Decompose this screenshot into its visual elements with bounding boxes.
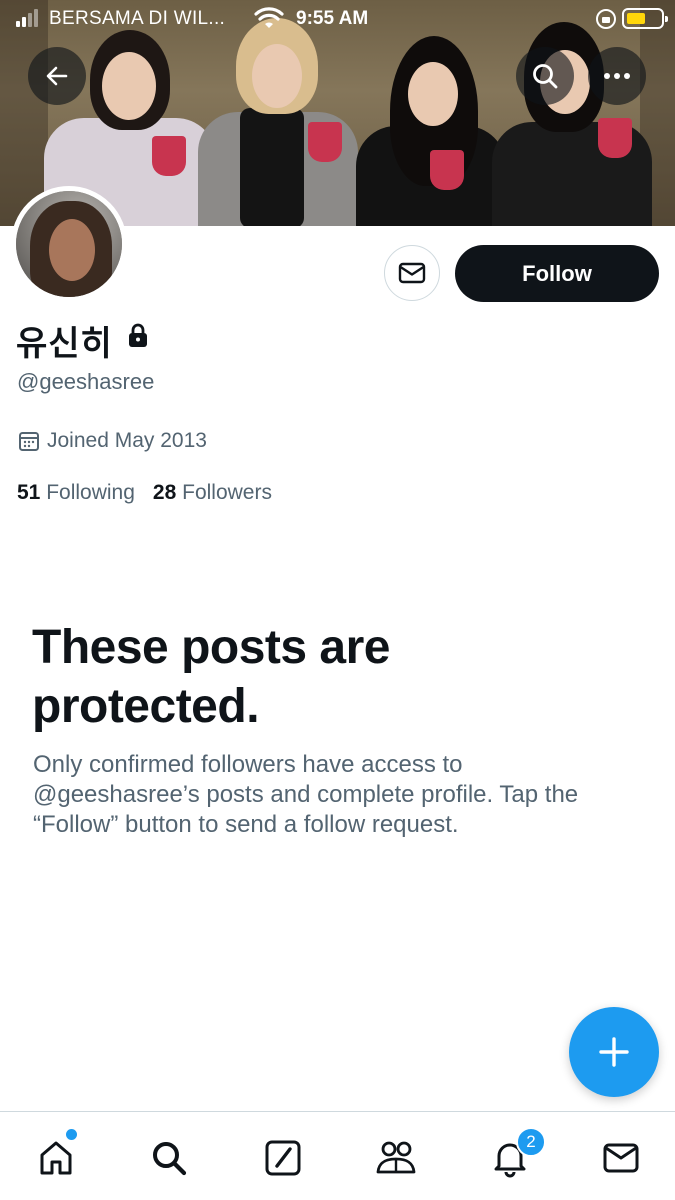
search-icon [533,64,558,89]
more-horizontal-icon [604,73,630,79]
following-count: 51 [17,481,41,504]
calendar-icon [19,432,39,451]
nav-home[interactable] [32,1134,80,1182]
display-name: 유신히 [16,324,113,364]
protected-title: These posts are protected. [32,621,390,733]
signal-strength-icon [16,9,38,27]
compose-icon [265,1140,301,1176]
follow-stats: 51 Following 28 Followers [17,481,272,505]
mail-icon [398,262,426,284]
followers-link[interactable]: 28 Followers [153,481,272,505]
banner-medal [430,150,464,190]
carrier-name: BERSAMA DI WIL... [49,8,226,29]
lock-icon [129,323,147,347]
arrow-left-icon [46,66,68,86]
nav-messages[interactable] [597,1134,645,1182]
compose-fab-button[interactable] [569,1007,659,1097]
back-button[interactable] [28,47,86,105]
message-button[interactable] [384,245,440,301]
banner-figure-shirt [240,108,304,226]
clock: 9:55 AM [296,8,369,29]
followers-label: Followers [182,481,272,504]
battery-icon [622,8,668,29]
following-link[interactable]: 51 Following [17,481,135,505]
banner-medal [598,118,632,158]
joined-date: Joined May 2013 [47,429,207,452]
search-button[interactable] [516,47,574,105]
rotation-lock-icon [596,9,616,29]
user-handle: @geeshasree [17,369,155,394]
nav-communities[interactable] [372,1134,420,1182]
banner-medal [152,136,186,176]
banner-figure-face [102,52,156,120]
followers-count: 28 [152,481,177,504]
people-icon [376,1141,416,1174]
avatar[interactable] [11,186,127,302]
protected-description: Only confirmed followers have access to … [33,751,579,838]
follow-button[interactable]: Follow [455,245,659,302]
home-unread-dot [66,1129,77,1140]
notifications-badge: 2 [516,1127,546,1157]
bottom-navigation [0,1111,675,1200]
banner-medal [308,122,342,162]
following-label: Following [46,481,135,504]
joined-date-row: Joined May 2013 [18,429,207,453]
banner-figure-face [408,62,458,126]
banner-figure-face [252,44,302,108]
nav-search[interactable] [145,1134,193,1182]
avatar-face [49,219,95,281]
home-icon [40,1141,72,1175]
plus-icon [599,1037,629,1067]
status-bar: BERSAMA DI WIL... 9:55 AM [0,0,675,40]
nav-compose[interactable] [259,1134,307,1182]
mail-icon [603,1143,639,1173]
wifi-icon [254,7,284,28]
more-options-button[interactable] [588,47,646,105]
search-icon [153,1142,187,1176]
